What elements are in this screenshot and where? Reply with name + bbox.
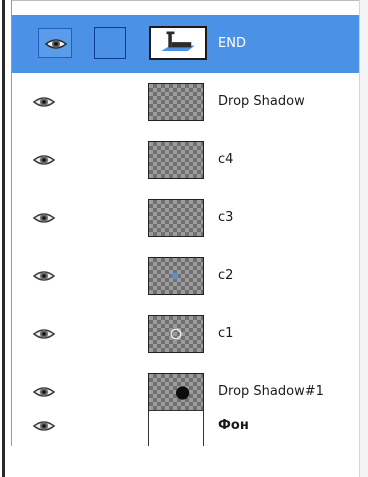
- small-blue-dot: [171, 272, 179, 280]
- eye-icon[interactable]: [32, 151, 56, 169]
- black-dot: [176, 386, 190, 400]
- eye-icon[interactable]: [32, 267, 56, 285]
- layer-thumbnail: [148, 373, 204, 411]
- eye-icon[interactable]: [32, 325, 56, 343]
- eye-icon[interactable]: [32, 383, 56, 401]
- visibility-toggle[interactable]: [38, 28, 72, 58]
- layer-name: END: [218, 36, 246, 51]
- layer-name: c4: [218, 152, 234, 167]
- layer-thumbnail: [148, 410, 204, 448]
- layer-row-drop-shadow[interactable]: Drop Shadow: [12, 73, 359, 131]
- layer-row-c3[interactable]: c3: [12, 189, 359, 247]
- layer-row-background[interactable]: Фон: [12, 410, 359, 448]
- text-layer-thumbnail: [149, 26, 207, 60]
- layer-row-c2[interactable]: c2: [12, 247, 359, 305]
- eye-icon: [44, 39, 68, 49]
- layer-row-c1[interactable]: c1: [12, 305, 359, 363]
- layer-thumbnail: [148, 141, 204, 179]
- list-top-border: [11, 0, 360, 1]
- layer-name: Фон: [218, 418, 249, 433]
- layer-name: Drop Shadow: [218, 94, 305, 109]
- text-layer-icon: [161, 31, 195, 51]
- eye-icon[interactable]: [32, 209, 56, 227]
- layer-thumbnail: [148, 199, 204, 237]
- link-chain-toggle[interactable]: [94, 27, 126, 59]
- list-empty-area: [12, 446, 359, 477]
- panel-left-edge: [2, 0, 5, 477]
- layer-name: c2: [218, 268, 234, 283]
- layers-panel: END Drop Shadow c4 c3 c2 c1 Drop Shadow#…: [0, 0, 368, 477]
- layer-thumbnail: [148, 315, 204, 353]
- layer-row-end[interactable]: END: [12, 15, 359, 73]
- eye-icon[interactable]: [32, 93, 56, 111]
- small-ring: [170, 328, 182, 340]
- layer-thumbnail: [148, 257, 204, 295]
- eye-icon[interactable]: [32, 417, 56, 435]
- panel-right-strip: [360, 0, 368, 477]
- layer-name: c3: [218, 210, 234, 225]
- layer-name: c1: [218, 326, 234, 341]
- layer-name: Drop Shadow#1: [218, 384, 324, 399]
- layer-row-c4[interactable]: c4: [12, 131, 359, 189]
- layer-thumbnail: [148, 83, 204, 121]
